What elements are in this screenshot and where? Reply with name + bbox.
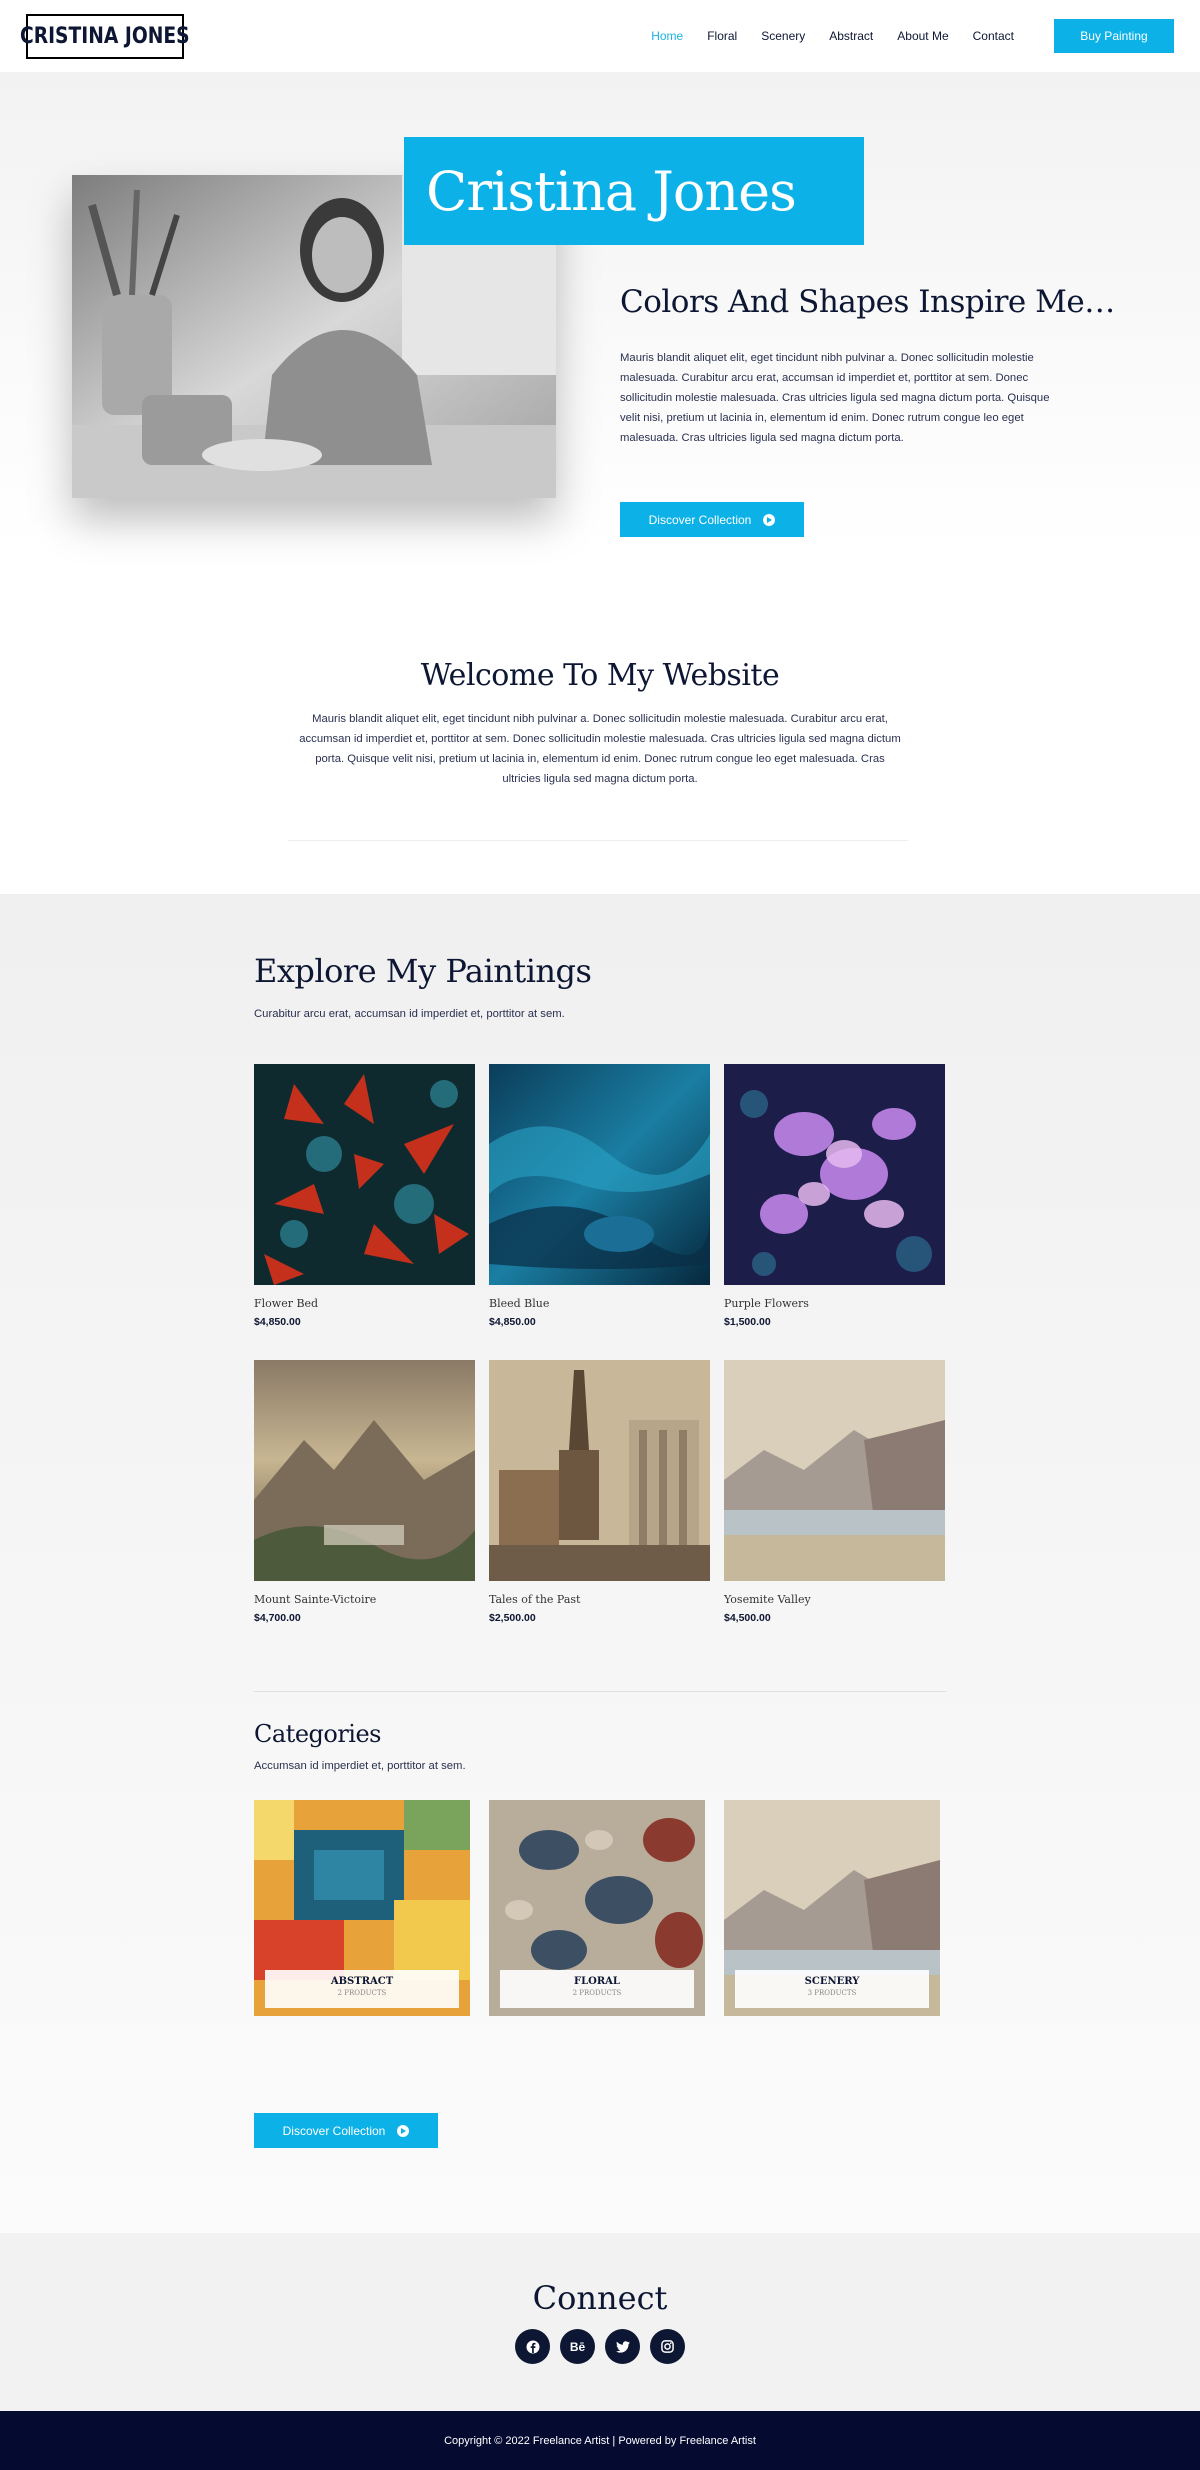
nav-home[interactable]: Home (651, 29, 683, 43)
social-links: Bē (0, 2329, 1200, 2364)
category-count: 3 PRODUCTS (807, 1989, 857, 1997)
product-price: $4,850.00 (254, 1316, 301, 1328)
product-image-bleed-blue[interactable] (489, 1064, 710, 1285)
product-price: $4,500.00 (724, 1612, 771, 1624)
product-name[interactable]: Yosemite Valley (724, 1593, 945, 1606)
arrow-circle-icon (397, 2124, 410, 2137)
nav-contact[interactable]: Contact (973, 29, 1014, 43)
category-label: SCENERY 3 PRODUCTS (735, 1970, 929, 2008)
divider (254, 1691, 946, 1692)
behance-icon[interactable]: Bē (560, 2329, 595, 2364)
product-card[interactable]: Tales of the Past $2,500.00 (489, 1360, 710, 1624)
discover-collection-label: Discover Collection (648, 512, 752, 527)
product-image-yosemite-valley[interactable] (724, 1360, 945, 1581)
copyright-text: Copyright © 2022 Freelance Artist | Powe… (444, 2434, 756, 2447)
hero-name: Cristina Jones (426, 159, 797, 223)
category-count: 2 PRODUCTS (337, 1989, 387, 1997)
category-name: SCENERY (804, 1976, 860, 1987)
divider (288, 840, 908, 841)
hero-paragraph: Mauris blandit aliquet elit, eget tincid… (620, 352, 1050, 444)
main-nav: Home Floral Scenery Abstract About Me Co… (651, 19, 1174, 53)
product-name[interactable]: Bleed Blue (489, 1297, 710, 1310)
product-name[interactable]: Purple Flowers (724, 1297, 945, 1310)
product-card[interactable]: Yosemite Valley $4,500.00 (724, 1360, 945, 1624)
product-price: $2,500.00 (489, 1612, 536, 1624)
nav-scenery[interactable]: Scenery (761, 29, 805, 43)
product-price: $4,850.00 (489, 1316, 536, 1328)
product-card[interactable]: Purple Flowers $1,500.00 (724, 1064, 945, 1328)
behance-label: Bē (569, 2339, 586, 2354)
hero-text-block: Colors And Shapes Inspire Me… Mauris bla… (620, 284, 1115, 448)
connect-section: Connect Bē (0, 2233, 1200, 2411)
buy-painting-button[interactable]: Buy Painting (1054, 19, 1174, 53)
site-footer: Copyright © 2022 Freelance Artist | Powe… (0, 2411, 1200, 2470)
welcome-paragraph: Mauris blandit aliquet elit, eget tincid… (299, 713, 901, 785)
product-card[interactable]: Flower Bed $4,850.00 (254, 1064, 475, 1328)
instagram-icon[interactable] (650, 2329, 685, 2364)
paintings-title: Explore My Paintings (254, 952, 592, 990)
category-name: FLORAL (574, 1976, 620, 1987)
arrow-circle-icon (763, 513, 776, 526)
product-image-tales-of-the-past[interactable] (489, 1360, 710, 1581)
nav-about-me[interactable]: About Me (897, 29, 948, 43)
hero-section: Cristina Jones Colors And Shapes Inspire… (0, 72, 1200, 602)
product-name[interactable]: Mount Sainte-Victoire (254, 1593, 475, 1606)
product-name[interactable]: Flower Bed (254, 1297, 475, 1310)
connect-title: Connect (532, 2279, 668, 2317)
hero-heading: Colors And Shapes Inspire Me… (620, 284, 1115, 320)
product-card[interactable]: Mount Sainte-Victoire $4,700.00 (254, 1360, 475, 1624)
paintings-section: Explore My Paintings Curabitur arcu erat… (0, 894, 1200, 2233)
product-image-flower-bed[interactable] (254, 1064, 475, 1285)
category-card-scenery[interactable]: SCENERY 3 PRODUCTS (724, 1800, 940, 2016)
product-image-mount-sainte-victoire[interactable] (254, 1360, 475, 1581)
category-name: ABSTRACT (330, 1976, 394, 1987)
twitter-icon[interactable] (605, 2329, 640, 2364)
category-label: ABSTRACT 2 PRODUCTS (265, 1970, 459, 2008)
discover-collection-button-2[interactable]: Discover Collection (254, 2113, 438, 2148)
product-image-purple-flowers[interactable] (724, 1064, 945, 1285)
categories-subtitle: Accumsan id imperdiet et, porttitor at s… (254, 1760, 466, 1772)
discover-collection-button[interactable]: Discover Collection (620, 502, 804, 537)
nav-floral[interactable]: Floral (707, 29, 737, 43)
category-count: 2 PRODUCTS (572, 1989, 622, 1997)
product-price: $1,500.00 (724, 1316, 771, 1328)
category-label: FLORAL 2 PRODUCTS (500, 1970, 694, 2008)
welcome-title: Welcome To My Website (420, 658, 780, 693)
nav-abstract[interactable]: Abstract (829, 29, 873, 43)
discover-collection-label: Discover Collection (282, 2123, 386, 2138)
product-card[interactable]: Bleed Blue $4,850.00 (489, 1064, 710, 1328)
facebook-icon[interactable] (515, 2329, 550, 2364)
site-header: CRISTINA JONES Home Floral Scenery Abstr… (0, 0, 1200, 72)
hero-name-banner: Cristina Jones (404, 137, 864, 245)
categories-title: Categories (254, 1720, 382, 1748)
logo[interactable]: CRISTINA JONES (20, 13, 190, 59)
welcome-section: Welcome To My Website Mauris blandit ali… (0, 602, 1200, 894)
logo-text: CRISTINA JONES (20, 23, 190, 49)
product-price: $4,700.00 (254, 1612, 301, 1624)
category-card-abstract[interactable]: ABSTRACT 2 PRODUCTS (254, 1800, 470, 2016)
paintings-subtitle: Curabitur arcu erat, accumsan id imperdi… (254, 1008, 565, 1020)
category-card-floral[interactable]: FLORAL 2 PRODUCTS (489, 1800, 705, 2016)
product-name[interactable]: Tales of the Past (489, 1593, 710, 1606)
